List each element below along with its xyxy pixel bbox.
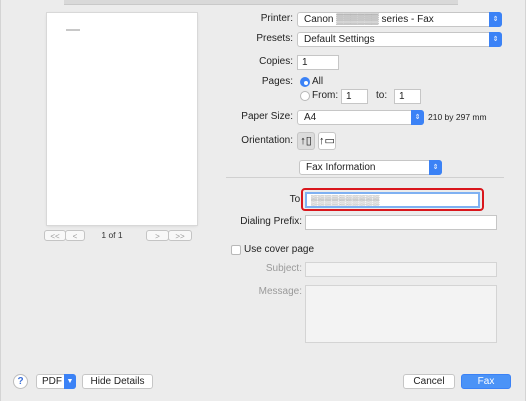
paper-dimensions: 210 by 297 mm (428, 112, 487, 122)
copies-label: Copies: (259, 56, 293, 67)
pdf-menu-button[interactable]: PDF ▼ (36, 374, 76, 389)
paper-size-label: Paper Size: (241, 111, 293, 122)
presets-value: Default Settings (304, 34, 375, 45)
landscape-orientation-button[interactable]: ↑▭ (318, 132, 336, 150)
section-divider (226, 177, 504, 178)
popup-arrows-icon: ⇕ (429, 160, 442, 175)
dialing-prefix-field[interactable] (305, 215, 497, 230)
pages-label: Pages: (261, 76, 293, 87)
pages-from-radio[interactable] (300, 91, 310, 101)
paper-size-value: A4 (304, 112, 317, 123)
pages-to-field[interactable]: 1 (394, 89, 421, 104)
printer-label: Printer: (260, 13, 293, 24)
pages-from-label: From: (312, 90, 339, 101)
landscape-icon: ↑▭ (319, 135, 335, 147)
fax-button[interactable]: Fax (461, 374, 511, 389)
message-label: Message: (258, 286, 302, 297)
window-border-left (0, 0, 1, 401)
printer-popup[interactable]: Canon ▒▒▒▒▒▒ series - Fax ⇕ (297, 12, 502, 27)
last-page-button[interactable]: >> (168, 230, 192, 241)
page-preview (47, 13, 197, 225)
message-field[interactable] (305, 285, 497, 343)
paper-size-popup[interactable]: A4 ⇕ (297, 110, 424, 125)
pdf-label: PDF (42, 376, 62, 387)
page-count: 1 of 1 (101, 230, 123, 240)
section-value: Fax Information (306, 162, 376, 173)
presets-popup[interactable]: Default Settings ⇕ (297, 32, 502, 47)
popup-arrows-icon: ⇕ (411, 110, 424, 125)
cancel-button[interactable]: Cancel (403, 374, 455, 389)
to-field[interactable]: ▒▒▒▒▒▒▒▒▒▒ (305, 192, 480, 208)
presets-label: Presets: (256, 33, 293, 44)
orientation-label: Orientation: (241, 135, 293, 146)
printer-value: Canon ▒▒▒▒▒▒ series - Fax (304, 14, 434, 25)
hide-details-button[interactable]: Hide Details (82, 374, 153, 389)
pages-from-field[interactable]: 1 (341, 89, 368, 104)
previous-page-button[interactable]: < (65, 230, 85, 241)
preview-text-line (66, 29, 80, 31)
to-label: To: (289, 194, 303, 205)
cover-page-checkbox[interactable] (231, 245, 241, 255)
copies-field[interactable]: 1 (297, 55, 339, 70)
pages-to-label: to: (376, 90, 388, 101)
popup-arrows-icon: ⇕ (489, 12, 502, 27)
dialing-prefix-label: Dialing Prefix: (240, 216, 302, 227)
chevron-down-icon: ▼ (64, 374, 76, 389)
section-popup[interactable]: Fax Information ⇕ (299, 160, 442, 175)
subject-field[interactable] (305, 262, 497, 277)
first-page-button[interactable]: << (44, 230, 66, 241)
portrait-icon: ↑▯ (300, 135, 312, 147)
pages-all-radio[interactable] (300, 77, 310, 87)
cover-page-label: Use cover page (244, 244, 315, 255)
help-button[interactable]: ? (13, 374, 28, 389)
sheet-top-edge (64, 0, 458, 5)
pages-all-label: All (312, 76, 324, 87)
popup-arrows-icon: ⇕ (489, 32, 502, 47)
portrait-orientation-button[interactable]: ↑▯ (297, 132, 315, 150)
next-page-button[interactable]: > (146, 230, 169, 241)
subject-label: Subject: (265, 263, 302, 274)
